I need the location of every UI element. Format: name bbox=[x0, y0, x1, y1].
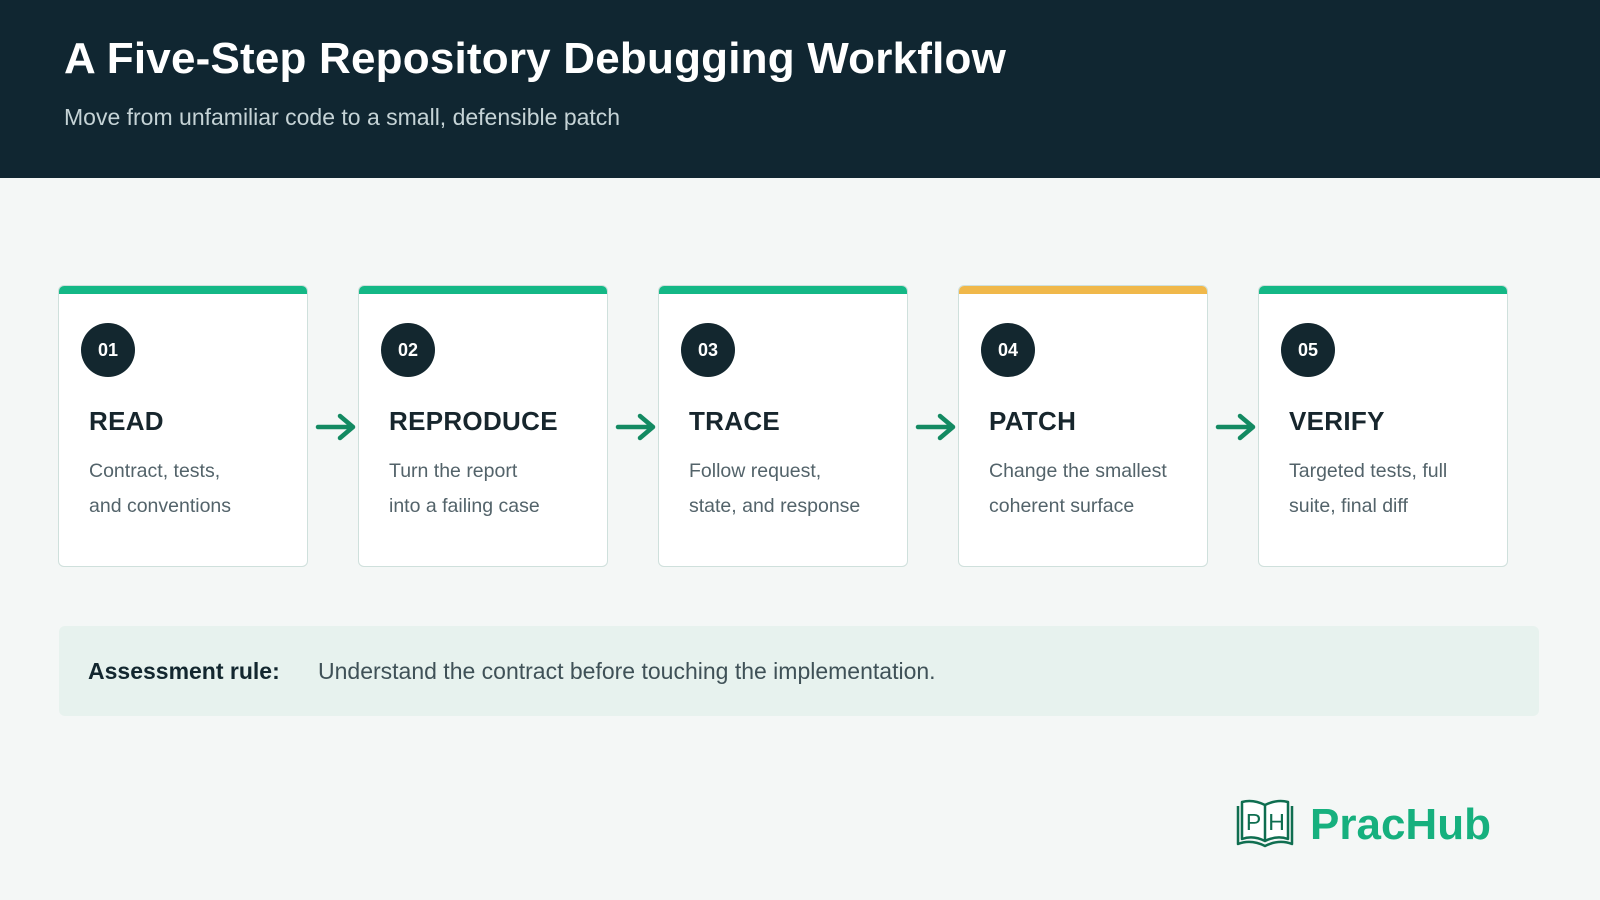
step-title: PATCH bbox=[989, 406, 1077, 436]
arrow-right-icon bbox=[615, 413, 656, 441]
step-title: READ bbox=[89, 406, 164, 436]
step-accent-bar bbox=[959, 286, 1207, 294]
step-card-read: 01 READ Contract, tests, and conventions bbox=[58, 285, 308, 567]
step-accent-bar bbox=[659, 286, 907, 294]
step-card-verify: 05 VERIFY Targeted tests, full suite, fi… bbox=[1258, 285, 1508, 567]
assessment-rule-text: Understand the contract before touching … bbox=[318, 658, 936, 684]
step-card-patch: 04 PATCH Change the smallest coherent su… bbox=[958, 285, 1208, 567]
svg-text:H: H bbox=[1268, 809, 1285, 835]
arrow-right-icon bbox=[1215, 413, 1256, 441]
assessment-rule-box: Assessment rule: Understand the contract… bbox=[59, 626, 1539, 716]
brand-name: PracHub bbox=[1310, 800, 1491, 849]
step-number-badge: 03 bbox=[681, 323, 735, 377]
arrow-right-icon bbox=[315, 413, 356, 441]
step-number-badge: 02 bbox=[381, 323, 435, 377]
step-description: Contract, tests, and conventions bbox=[89, 460, 232, 517]
step-description: Change the smallest coherent surface bbox=[989, 460, 1167, 517]
step-card-trace: 03 TRACE Follow request, state, and resp… bbox=[658, 285, 908, 567]
page-subtitle: Move from unfamiliar code to a small, de… bbox=[64, 104, 621, 130]
step-accent-bar bbox=[359, 286, 607, 294]
step-accent-bar bbox=[1259, 286, 1507, 294]
step-number-badge: 01 bbox=[81, 323, 135, 377]
book-logo-icon: P H bbox=[1236, 799, 1294, 848]
header: A Five-Step Repository Debugging Workflo… bbox=[0, 0, 1600, 178]
step-number-badge: 04 bbox=[981, 323, 1035, 377]
step-card-reproduce: 02 REPRODUCE Turn the report into a fail… bbox=[358, 285, 608, 567]
assessment-rule-label: Assessment rule: bbox=[88, 658, 280, 684]
svg-text:P: P bbox=[1246, 809, 1261, 835]
page-title: A Five-Step Repository Debugging Workflo… bbox=[64, 34, 1007, 83]
step-description: Turn the report into a failing case bbox=[389, 460, 540, 517]
arrow-right-icon bbox=[915, 413, 956, 441]
step-description: Follow request, state, and response bbox=[689, 460, 861, 517]
step-title: REPRODUCE bbox=[389, 406, 558, 436]
step-description: Targeted tests, full suite, final diff bbox=[1289, 460, 1448, 517]
step-title: VERIFY bbox=[1289, 406, 1385, 436]
step-accent-bar bbox=[59, 286, 307, 294]
step-title: TRACE bbox=[689, 406, 781, 436]
step-number-badge: 05 bbox=[1281, 323, 1335, 377]
